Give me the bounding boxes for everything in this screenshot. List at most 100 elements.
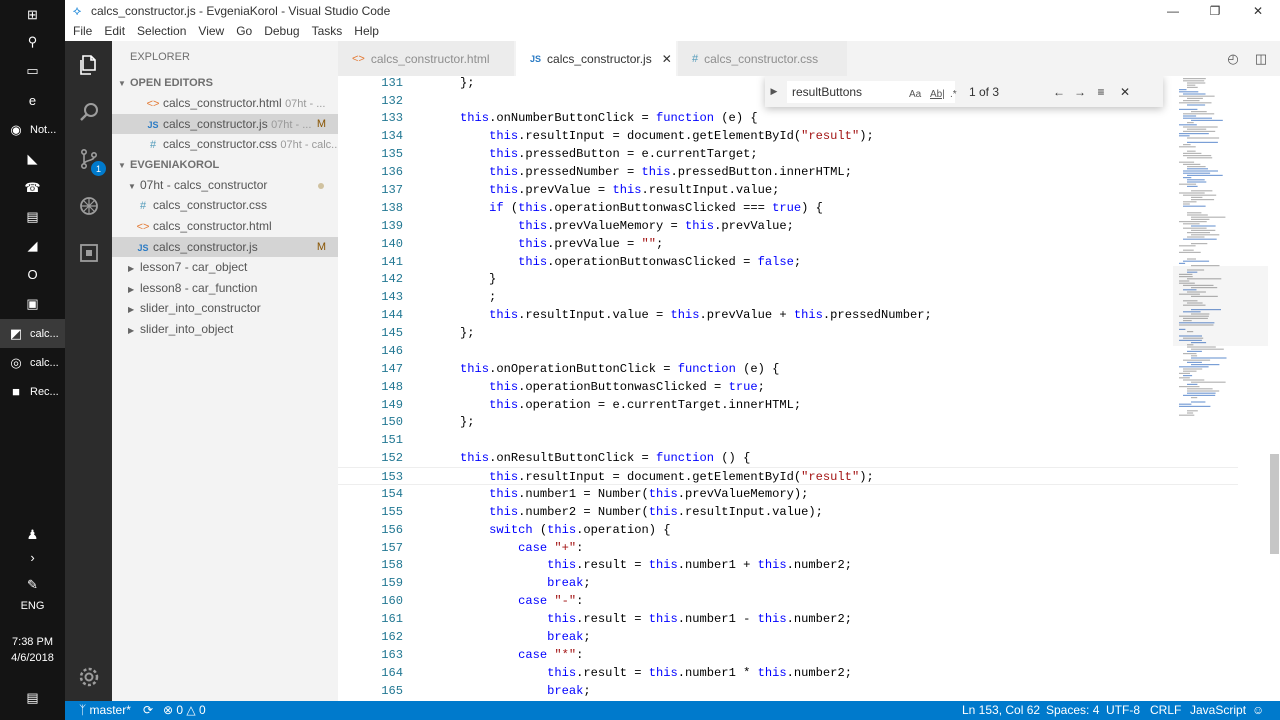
feedback-icon[interactable]: ☺ [1252,701,1264,720]
extensions-icon[interactable] [65,229,112,276]
tree-item[interactable]: JS calcs_constructor.js M [112,236,338,258]
restore-icon[interactable]: ❐ [1193,0,1237,21]
open-editor-item[interactable]: # calcs_constructor.css 07ht - calc... [112,134,338,155]
menu-debug[interactable]: Debug [258,21,305,41]
taskbar-item[interactable]: ■ Rec... [0,377,65,406]
open-changes-icon[interactable]: ◴ [1218,41,1248,76]
previous-match-icon[interactable]: ← [1049,85,1069,99]
code-line[interactable]: 140 this.prevValue = ""; [338,235,1238,253]
code-editor[interactable]: 131 }; 132 133 this.onNumberButtonClick = … [338,76,1280,701]
next-match-icon[interactable]: → [1070,85,1090,99]
taskbar-item[interactable]: ◉ Not... [0,115,65,144]
code-line[interactable]: 163 case "*": [338,646,1238,664]
close-window-icon[interactable]: ✕ [1236,0,1280,21]
search-icon[interactable] [65,88,112,135]
sync-icon[interactable]: ⟳ [143,701,153,720]
menu-selection[interactable]: Selection [131,21,192,41]
taskbar-item[interactable]: O [0,260,65,289]
open-editor-item[interactable]: <> calcs_constructor.html 07ht - ... [112,93,338,114]
menu-edit[interactable]: Edit [98,21,131,41]
code-line[interactable]: 147 this.onOperationButtonClick = functi… [338,360,1238,378]
problems-indicator[interactable]: ⊗ 0 △ 0 [163,701,206,720]
code-line[interactable]: 164 this.result = this.number1 * this.nu… [338,664,1238,682]
code-line[interactable]: 145 }; [338,324,1238,342]
code-line[interactable]: 162 break; [338,628,1238,646]
pen-icon[interactable]: ✎ [0,570,65,599]
language-mode[interactable]: JavaScript [1190,701,1246,720]
code-line[interactable]: 153 this.resultInput = document.getEleme… [338,467,1238,486]
language-indicator[interactable]: ENG [0,600,65,612]
tree-item[interactable]: ▶ lesson7 - car_object [112,257,338,278]
taskbar-item[interactable]: ⚲ [0,27,65,56]
cursor-position[interactable]: Ln 153, Col 62 [962,701,1040,720]
code-line[interactable]: 150 }; [338,413,1238,431]
code-line[interactable]: 160 case "-": [338,592,1238,610]
open-editors-section[interactable]: ▼ OPEN EDITORS [112,73,338,93]
regex-icon[interactable]: .* [950,85,957,105]
match-whole-word-icon[interactable]: Ab| [930,85,945,105]
menu-go[interactable]: Go [230,21,258,41]
tree-item[interactable]: ▶ slider_into_constructor [112,298,338,319]
tab-css[interactable]: # calcs_constructor.css [678,41,848,76]
find-input[interactable]: resultButtons Aa Ab| .* [787,80,957,105]
menu-tasks[interactable]: Tasks [306,21,349,41]
code-line[interactable]: 155 this.number2 = Number(this.resultInp… [338,503,1238,521]
code-line[interactable]: 161 this.result = this.number1 - this.nu… [338,610,1238,628]
vertical-scrollbar[interactable] [1268,76,1280,701]
code-line[interactable]: 141 this.operationButtonwasClicked = fal… [338,253,1238,271]
code-line[interactable]: 138 if (this.operationButtonwasClicked =… [338,199,1238,217]
source-control-icon[interactable]: 1 [65,135,112,182]
code-line[interactable]: 148 this.operationButtonwasClicked = tru… [338,378,1238,396]
tab-js[interactable]: JS calcs_constructor.js ✕ [516,41,677,76]
taskbar-item[interactable]: ▭ [0,56,65,85]
code-line[interactable]: 159 break; [338,574,1238,592]
match-case-icon[interactable]: Aa [909,85,921,105]
git-branch[interactable]: ᛉ master* [79,701,131,720]
taskbar-item[interactable]: ◩ calc... [0,319,65,348]
code-line[interactable]: 154 this.number1 = Number(this.prevValue… [338,485,1238,503]
settings-gear-icon[interactable] [65,653,112,700]
code-line[interactable]: 135 this.pressedButton = e.currentTarget… [338,145,1238,163]
scrollbar-thumb[interactable] [1270,454,1279,554]
taskbar-item[interactable]: ☎ [0,173,65,202]
minimize-icon[interactable]: — [1151,0,1195,21]
taskbar-item[interactable]: ▣ [0,289,65,318]
indentation[interactable]: Spaces: 4 [1046,701,1099,720]
taskbar-item[interactable]: ▤ [0,202,65,231]
tree-item[interactable]: ▶ lesson8 - car_function [112,278,338,299]
minimap[interactable] [1173,76,1268,701]
taskbar-item[interactable]: ◣ [0,144,65,173]
tree-item[interactable]: ▶ slider_into_object [112,319,338,340]
taskbar-item[interactable]: ◎ calc... [0,348,65,377]
taskbar-item[interactable]: ◢ [0,231,65,260]
open-editor-item[interactable]: JS calcs_constructor.js 07ht - ... M [112,113,338,135]
notifications-icon[interactable]: ▤ [0,683,65,712]
code-line[interactable]: 149 this.operation = e.currentTarget.inn… [338,396,1238,414]
tree-item[interactable]: ▼ 07ht - calcs_constructor [112,175,338,196]
code-line[interactable]: 133 this.onNumberButtonClick = function … [338,109,1238,127]
tree-item[interactable]: <> calcs_constructor.html [112,216,338,237]
find-in-selection-icon[interactable]: ≡ [1091,85,1111,99]
code-line[interactable]: 143 ; [338,288,1238,306]
code-line[interactable]: 146 [338,342,1238,360]
menu-help[interactable]: Help [348,21,385,41]
taskbar-item[interactable]: e [0,86,65,115]
tree-item[interactable]: # calcs_constructor.css [112,195,338,216]
code-line[interactable]: 142 } [338,270,1238,288]
code-line[interactable]: 151 [338,431,1238,449]
code-line[interactable]: 165 break; [338,682,1238,700]
tab-html[interactable]: <> calcs_constructor.html [338,41,515,76]
code-line[interactable]: 157 case "+": [338,539,1238,557]
code-line[interactable]: 134 this.resultInput = document.getEleme… [338,127,1238,145]
code-line[interactable]: 156 switch (this.operation) { [338,521,1238,539]
menu-file[interactable]: File [67,21,98,41]
workspace-section[interactable]: ▼ EVGENIAKOROL [112,155,338,175]
menu-view[interactable]: View [192,21,230,41]
code-line[interactable]: 139 this.prevValueMemory = this.prevValu… [338,217,1238,235]
code-line[interactable]: 152 this.onResultButtonClick = function … [338,449,1238,467]
debug-icon[interactable] [65,182,112,229]
split-editor-icon[interactable]: ◫ [1246,41,1276,76]
explorer-icon[interactable] [65,41,112,88]
end-of-line[interactable]: CRLF [1150,701,1181,720]
close-find-icon[interactable]: ✕ [1115,85,1135,99]
